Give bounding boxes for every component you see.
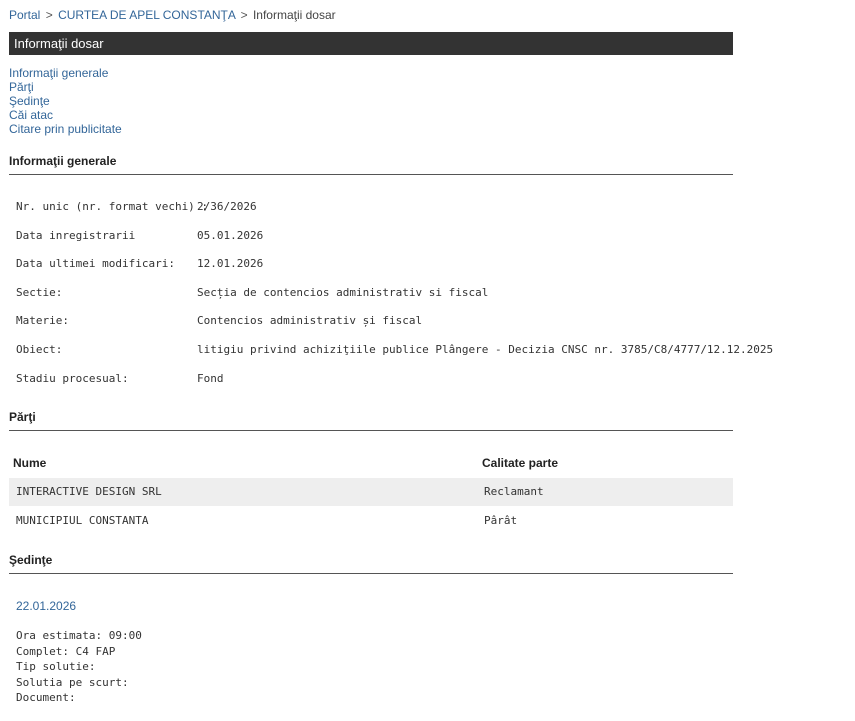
nav-link-hearings[interactable]: Şedinţe — [9, 94, 122, 108]
hearing-estimated-time: Ora estimata: 09:00 — [16, 629, 142, 642]
info-value: 12.01.2026 — [197, 257, 264, 270]
hearing-panel: Complet: C4 FAP — [16, 644, 116, 658]
hearing-document: Document: — [16, 691, 76, 704]
info-label: Stadiu procesual: — [16, 372, 129, 385]
info-value: 05.01.2026 — [197, 229, 264, 242]
info-value: Contencios administrativ și fiscal — [197, 314, 423, 327]
nav-link-parties[interactable]: Părţi — [9, 80, 122, 94]
breadcrumb-current: Informaţii dosar — [252, 8, 336, 22]
info-value: Fond — [197, 372, 224, 385]
section-heading-hearings: Şedinţe — [9, 553, 733, 574]
info-label: Materie: — [16, 314, 69, 327]
column-header-name: Nume — [13, 456, 47, 470]
section-nav: Informaţii generale Părţi Şedinţe Căi at… — [9, 66, 122, 136]
breadcrumb-separator: > — [45, 8, 53, 22]
parties-table-header: Nume Calitate parte — [9, 452, 733, 474]
breadcrumb-portal-link[interactable]: Portal — [9, 8, 40, 22]
page-title: Informaţii dosar — [9, 32, 733, 55]
nav-link-public-summons[interactable]: Citare prin publicitate — [9, 122, 122, 136]
hearing-solution-type: Tip solutie: — [16, 660, 96, 673]
column-header-role: Calitate parte — [482, 456, 559, 470]
info-value: Secția de contencios administrativ si fi… — [197, 286, 489, 299]
breadcrumb-court-link[interactable]: CURTEA DE APEL CONSTANŢA — [58, 8, 235, 22]
hearing-solution-summary: Solutia pe scurt: — [16, 675, 129, 689]
party-role: Reclamant — [484, 485, 544, 498]
info-label: Nr. unic (nr. format vechi) : — [16, 200, 209, 213]
party-name: INTERACTIVE DESIGN SRL — [16, 485, 162, 498]
nav-link-general-info[interactable]: Informaţii generale — [9, 66, 122, 80]
info-value: 2/36/2026 — [197, 200, 257, 213]
info-label: Data inregistrarii — [16, 229, 136, 242]
info-value: litigiu privind achiziţiile publice Plân… — [197, 343, 774, 356]
hearing-date: 22.01.2026 — [16, 599, 77, 613]
table-row: INTERACTIVE DESIGN SRL Reclamant — [9, 478, 733, 506]
breadcrumb-separator: > — [240, 8, 248, 22]
info-label: Sectie: — [16, 286, 63, 299]
breadcrumb: Portal > CURTEA DE APEL CONSTANŢA > Info… — [9, 8, 336, 22]
party-role: Pârât — [484, 514, 518, 527]
nav-link-appeals[interactable]: Căi atac — [9, 108, 122, 122]
party-name: MUNICIPIUL CONSTANTA — [16, 514, 149, 527]
info-label: Obiect: — [16, 343, 63, 356]
hearing-details: Ora estimata: 09:00 Complet: C4 FAP Tip … — [16, 628, 142, 706]
table-row: MUNICIPIUL CONSTANTA Pârât — [9, 507, 733, 535]
info-label: Data ultimei modificari: — [16, 257, 175, 270]
section-heading-general-info: Informaţii generale — [9, 154, 733, 175]
section-heading-parties: Părţi — [9, 410, 733, 431]
